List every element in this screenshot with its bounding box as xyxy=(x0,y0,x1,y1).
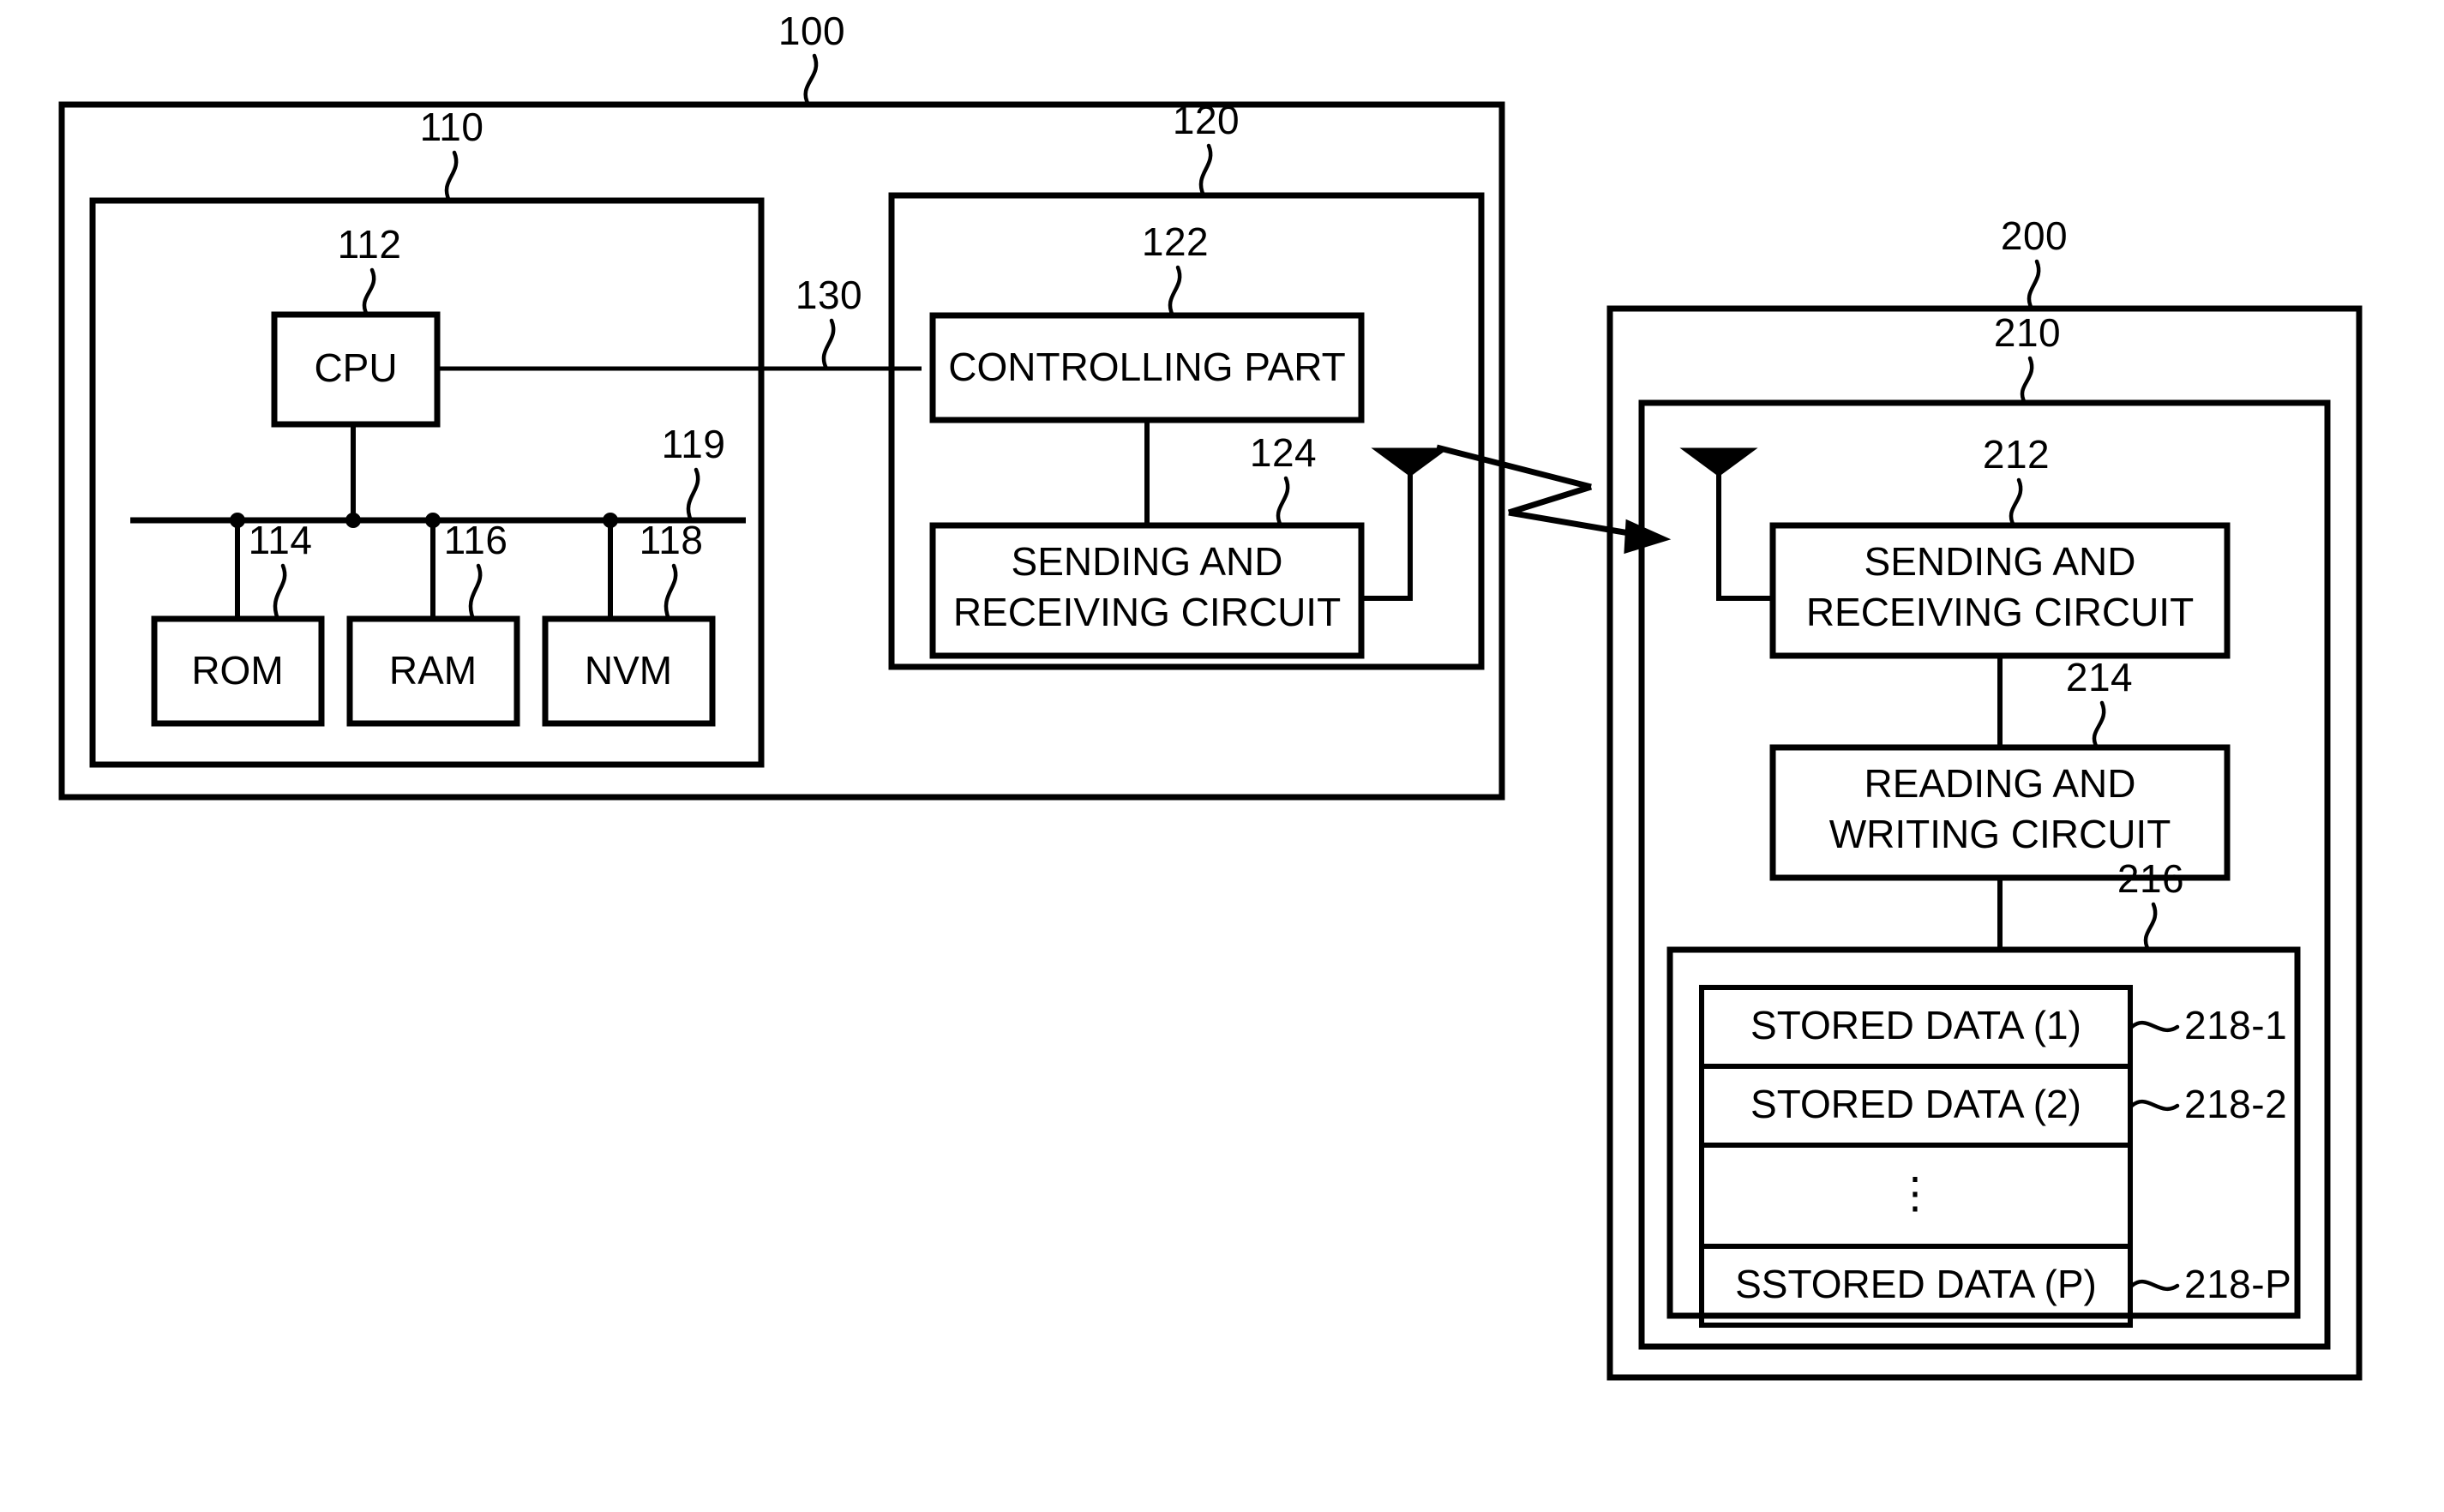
patent-figure: CPU ROM RAM NVM CONTROLLING PART SENDING… xyxy=(0,0,2444,1512)
leader-218-2 xyxy=(2129,1099,2180,1112)
antenna-icon xyxy=(1679,447,1758,477)
leader-119 xyxy=(686,467,700,523)
leader-200 xyxy=(2027,259,2041,311)
leader-130 xyxy=(821,318,836,371)
label-sending-receiving-124-line2: RECEIVING CIRCUIT xyxy=(953,590,1341,634)
ref-218-1: 218-1 xyxy=(2184,1003,2287,1047)
ref-212: 212 xyxy=(1983,432,2050,477)
label-reading-writing-214-line2: WRITING CIRCUIT xyxy=(1829,812,2171,856)
label-stored-data-2: STORED DATA (2) xyxy=(1750,1082,2081,1126)
leader-210 xyxy=(2020,356,2034,405)
leader-100 xyxy=(803,53,819,107)
ref-216: 216 xyxy=(2117,856,2184,901)
ref-120: 120 xyxy=(1173,98,1240,142)
ref-118: 118 xyxy=(640,518,704,562)
wire-srcircuit-to-antenna-124 xyxy=(1361,474,1413,601)
ref-200: 200 xyxy=(2001,213,2068,258)
ref-130: 130 xyxy=(796,273,862,317)
diagram-canvas: CPU ROM RAM NVM CONTROLLING PART SENDING… xyxy=(58,9,2363,1381)
label-stored-data-ellipsis: ⋮ xyxy=(1894,1169,1938,1217)
leader-214 xyxy=(2092,700,2106,750)
label-nvm: NVM xyxy=(585,648,672,693)
leader-120 xyxy=(1198,143,1213,198)
wire-antenna-to-srcircuit-212 xyxy=(1716,474,1773,601)
ref-110: 110 xyxy=(420,105,484,149)
leader-212 xyxy=(2009,477,2023,528)
label-cpu: CPU xyxy=(314,345,397,390)
leader-216 xyxy=(2143,902,2158,952)
ref-119: 119 xyxy=(662,422,726,466)
label-ram: RAM xyxy=(389,648,477,693)
label-reading-writing-214-line1: READING AND xyxy=(1865,761,2136,806)
label-stored-data-1: STORED DATA (1) xyxy=(1750,1003,2081,1047)
leader-122 xyxy=(1168,265,1182,318)
ref-210: 210 xyxy=(1994,310,2061,355)
leader-118 xyxy=(664,563,678,621)
label-sending-receiving-124-line1: SENDING AND xyxy=(1012,539,1283,584)
leader-112 xyxy=(362,267,376,317)
ref-116: 116 xyxy=(444,518,508,562)
antenna-icon xyxy=(1371,447,1450,477)
ref-218-2: 218-2 xyxy=(2184,1082,2287,1126)
ref-114: 114 xyxy=(249,518,313,562)
leader-114 xyxy=(273,563,287,621)
leader-110 xyxy=(444,150,459,203)
label-sending-receiving-212-line1: SENDING AND xyxy=(1865,539,2136,584)
leader-218-1 xyxy=(2129,1020,2180,1033)
ref-214: 214 xyxy=(2066,655,2133,699)
wireless-link-arrow-icon xyxy=(1436,444,1672,555)
label-sending-receiving-212-line2: RECEIVING CIRCUIT xyxy=(1806,590,2194,634)
ref-112: 112 xyxy=(338,222,402,267)
leader-218-p xyxy=(2129,1279,2180,1292)
label-stored-data-p: SSTORED DATA (P) xyxy=(1735,1262,2097,1306)
ref-100: 100 xyxy=(778,9,845,53)
label-rom: ROM xyxy=(191,648,283,693)
ref-124: 124 xyxy=(1250,430,1317,475)
label-controlling-part: CONTROLLING PART xyxy=(948,345,1345,389)
leader-124 xyxy=(1276,476,1290,528)
ref-218-p: 218-P xyxy=(2184,1262,2291,1306)
ref-122: 122 xyxy=(1142,219,1209,264)
leader-116 xyxy=(468,563,483,621)
bus-node-cpu xyxy=(345,513,361,528)
